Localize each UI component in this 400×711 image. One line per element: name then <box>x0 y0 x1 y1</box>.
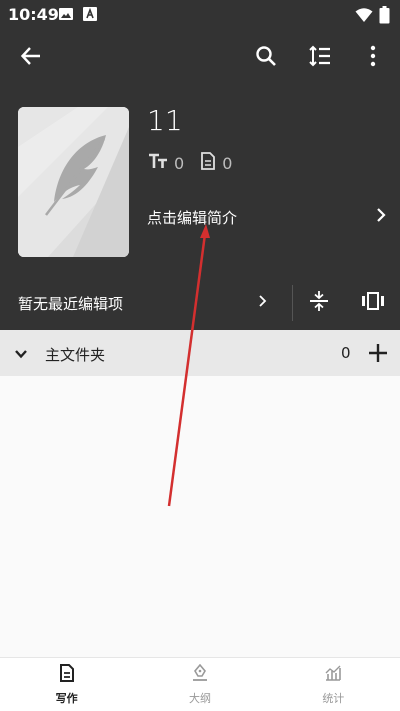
nav-item-write[interactable]: 写作 <box>0 658 133 711</box>
back-button[interactable] <box>16 43 46 73</box>
status-bar: 10:49 <box>0 0 400 30</box>
more-button[interactable] <box>358 43 388 73</box>
font-size-icon <box>148 153 168 173</box>
nav-label-outline: 大纲 <box>188 691 211 705</box>
battery-icon <box>379 6 390 28</box>
document-icon <box>59 663 75 686</box>
book-stats: 0 0 <box>148 152 242 174</box>
folder-content <box>0 376 400 657</box>
a-box-icon <box>82 6 98 26</box>
book-title: 11 <box>147 104 183 137</box>
sort-button[interactable] <box>305 43 335 73</box>
book-cover[interactable] <box>18 107 129 257</box>
nav-item-stats[interactable]: 统计 <box>267 658 400 711</box>
view-mode-button[interactable] <box>359 289 387 317</box>
recent-edits-chevron[interactable] <box>258 293 268 312</box>
recent-edits-row: 暂无最近编辑项 <box>0 275 400 330</box>
folder-name: 主文件夹 <box>45 346 106 364</box>
word-count: 0 <box>174 153 185 173</box>
folder-row-main[interactable]: 主文件夹 0 <box>0 330 400 376</box>
view-carousel-icon <box>361 291 385 315</box>
divider <box>292 285 293 321</box>
book-header: 11 0 0 点击编辑简介 暂无最近编辑项 <box>0 30 400 330</box>
nav-label-stats: 统计 <box>322 691 345 705</box>
bottom-nav: 写作 大纲 统计 <box>0 657 400 711</box>
folder-count: 0 <box>341 344 351 362</box>
search-button[interactable] <box>251 43 281 73</box>
pen-nib-icon <box>191 663 209 686</box>
nav-item-outline[interactable]: 大纲 <box>133 658 266 711</box>
status-time: 10:49 <box>8 5 59 24</box>
collapse-button[interactable] <box>305 289 333 317</box>
image-icon <box>58 6 74 26</box>
status-notification-icons <box>58 6 98 26</box>
document-icon <box>200 152 216 174</box>
more-vertical-icon <box>370 45 376 71</box>
chevron-down-icon[interactable] <box>14 345 28 364</box>
sort-icon <box>308 45 332 71</box>
collapse-vertical-icon <box>308 290 330 316</box>
recent-edits-label: 暂无最近编辑项 <box>18 295 124 313</box>
nav-label-write: 写作 <box>55 691 78 705</box>
edit-intro-button[interactable]: 点击编辑简介 <box>147 204 387 230</box>
chart-icon <box>324 664 342 686</box>
search-icon <box>255 45 277 71</box>
wifi-icon <box>355 7 373 27</box>
status-system-icons <box>355 6 390 28</box>
intro-placeholder: 点击编辑简介 <box>147 208 238 227</box>
chapter-count: 0 <box>222 153 233 173</box>
add-folder-button[interactable] <box>366 341 390 365</box>
arrow-left-icon <box>20 45 42 71</box>
chevron-right-icon <box>375 207 387 227</box>
